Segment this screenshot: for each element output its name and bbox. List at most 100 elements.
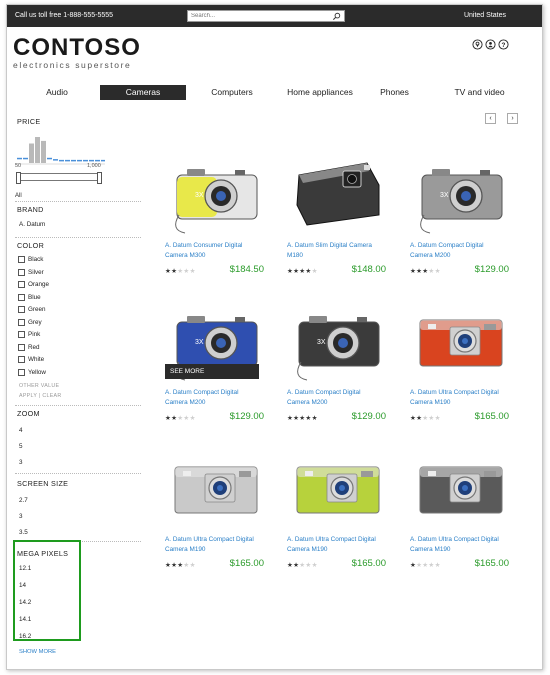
product-card[interactable]: A. Datum Ultra Compact Digital Camera M1…	[287, 439, 392, 569]
screen-size-option[interactable]: 3	[19, 513, 23, 520]
svg-text:3X: 3X	[440, 192, 449, 199]
checkbox[interactable]	[18, 356, 25, 363]
checkbox[interactable]	[18, 281, 25, 288]
product-name-link[interactable]: A. Datum Slim Digital Camera M180	[287, 241, 382, 260]
page: Call us toll free 1-888-555-5555 United …	[0, 0, 550, 675]
product-name-link[interactable]: A. Datum Compact Digital Camera M200	[165, 388, 260, 407]
product-card[interactable]: 3X A. Datum Compact Digital Camera M200 ★★…	[287, 292, 392, 422]
star-empty-icon: ★	[434, 415, 441, 422]
nav-item-home-appliances[interactable]: Home appliances	[275, 85, 365, 100]
prev-page-button[interactable]: ‹	[485, 113, 496, 124]
price-max-label: 1,000	[87, 163, 101, 169]
zoom-option[interactable]: 5	[19, 443, 23, 450]
product-price: $165.00	[229, 558, 264, 569]
clear-button[interactable]: CLEAR	[42, 393, 61, 399]
histogram-bar	[89, 159, 94, 162]
checkbox[interactable]	[18, 368, 25, 376]
help-icon[interactable]: ?	[498, 37, 509, 50]
product-name-link[interactable]: A. Datum Compact Digital Camera M200	[287, 388, 382, 407]
checkbox[interactable]	[18, 293, 25, 301]
country-selector[interactable]: United States	[464, 12, 506, 19]
histogram-bar	[59, 159, 64, 162]
color-option-pink[interactable]: Pink	[18, 331, 40, 338]
nav-item-computers[interactable]: Computers	[197, 85, 267, 100]
search-box[interactable]	[187, 10, 345, 22]
brand-option[interactable]: A. Datum	[19, 221, 45, 228]
color-option-blue[interactable]: Blue	[18, 293, 41, 301]
camera-image[interactable]	[287, 145, 387, 235]
screen-size-filter-title: SCREEN SIZE	[17, 479, 69, 488]
color-option-orange[interactable]: Orange	[18, 281, 49, 288]
price-max-handle[interactable]	[97, 172, 102, 184]
product-card[interactable]: A. Datum Ultra Compact Digital Camera M1…	[410, 292, 515, 422]
checkbox[interactable]	[18, 343, 25, 351]
product-name-link[interactable]: A. Datum Consumer Digital Camera M300	[165, 241, 260, 260]
color-option-grey[interactable]: Grey	[18, 318, 42, 326]
color-option-white[interactable]: White	[18, 356, 44, 363]
product-name-link[interactable]: A. Datum Ultra Compact Digital Camera M1…	[287, 535, 382, 554]
svg-text:?: ?	[502, 42, 506, 49]
nav-item-audio[interactable]: Audio	[27, 85, 87, 100]
color-option-label: Green	[28, 306, 46, 314]
product-price: $184.50	[229, 264, 264, 275]
browser-frame: Call us toll free 1-888-555-5555 United …	[6, 4, 543, 670]
search-input[interactable]	[188, 11, 334, 21]
product-card[interactable]: A. Datum Ultra Compact Digital Camera M1…	[410, 439, 515, 569]
product-name-link[interactable]: A. Datum Ultra Compact Digital Camera M1…	[410, 388, 505, 407]
star-empty-icon: ★	[434, 268, 441, 275]
camera-image[interactable]: 3X	[410, 145, 510, 235]
zoom-option[interactable]: 4	[19, 427, 23, 434]
other-value-label[interactable]: OTHER VALUE	[19, 383, 59, 389]
site-logo[interactable]: CONTOSO electronics superstore	[13, 36, 141, 71]
star-empty-icon: ★	[189, 562, 196, 569]
camera-image[interactable]	[165, 439, 265, 529]
divider	[15, 201, 141, 202]
camera-image[interactable]	[410, 292, 510, 382]
product-card[interactable]: A. Datum Slim Digital Camera M180 ★★★★★ $1…	[287, 145, 392, 275]
product-name-link[interactable]: A. Datum Ultra Compact Digital Camera M1…	[410, 535, 505, 554]
see-more-button[interactable]: SEE MORE	[165, 364, 259, 379]
color-option-red[interactable]: Red	[18, 343, 40, 351]
camera-image[interactable]	[410, 439, 510, 529]
star-empty-icon: ★	[311, 562, 318, 569]
nav-item-cameras[interactable]: Cameras	[100, 85, 186, 100]
histogram-bar	[77, 159, 82, 162]
product-name-link[interactable]: A. Datum Ultra Compact Digital Camera M1…	[165, 535, 260, 554]
nav-item-tv-and-video[interactable]: TV and video	[447, 85, 512, 100]
screen-size-option[interactable]: 2.7	[19, 497, 28, 504]
camera-image[interactable]: 3X	[287, 292, 387, 382]
divider	[15, 237, 141, 238]
show-more-link[interactable]: SHOW MORE	[19, 649, 56, 655]
color-option-yellow[interactable]: Yellow	[18, 368, 46, 376]
product-card[interactable]: A. Datum Ultra Compact Digital Camera M1…	[165, 439, 270, 569]
camera-image[interactable]: 3X	[165, 145, 265, 235]
checkbox[interactable]	[18, 331, 25, 338]
checkbox[interactable]	[18, 268, 25, 276]
checkbox[interactable]	[18, 256, 25, 263]
product-name-link[interactable]: A. Datum Compact Digital Camera M200	[410, 241, 505, 260]
color-option-silver[interactable]: Silver	[18, 268, 44, 276]
nav-item-phones[interactable]: Phones	[372, 85, 417, 100]
price-min-handle[interactable]	[16, 172, 21, 184]
zoom-option[interactable]: 3	[19, 459, 23, 466]
location-icon[interactable]	[472, 37, 483, 50]
camera-image[interactable]	[287, 439, 387, 529]
histogram-bar	[23, 157, 28, 160]
color-option-label: Blue	[28, 293, 41, 301]
product-card[interactable]: 3X A. Datum Compact Digital Camera M200 ★★…	[165, 292, 270, 422]
color-option-green[interactable]: Green	[18, 306, 46, 313]
apply-button[interactable]: APPLY	[19, 393, 37, 399]
product-card[interactable]: 3X A. Datum Consumer Digital Camera M300 ★…	[165, 145, 270, 275]
next-page-button[interactable]: ›	[507, 113, 518, 124]
category-nav: Audio Cameras Computers Home appliances …	[17, 85, 517, 101]
product-card[interactable]: 3X A. Datum Compact Digital Camera M200 ★★…	[410, 145, 515, 275]
svg-text:3X: 3X	[317, 339, 326, 346]
price-range-slider[interactable]	[16, 172, 102, 184]
checkbox[interactable]	[18, 318, 25, 326]
star-empty-icon: ★	[189, 415, 196, 422]
search-icon[interactable]	[332, 12, 341, 21]
color-option-black[interactable]: Black	[18, 256, 43, 263]
checkbox[interactable]	[18, 306, 25, 313]
screen-size-option[interactable]: 3.5	[19, 529, 28, 536]
user-icon[interactable]	[485, 37, 496, 50]
